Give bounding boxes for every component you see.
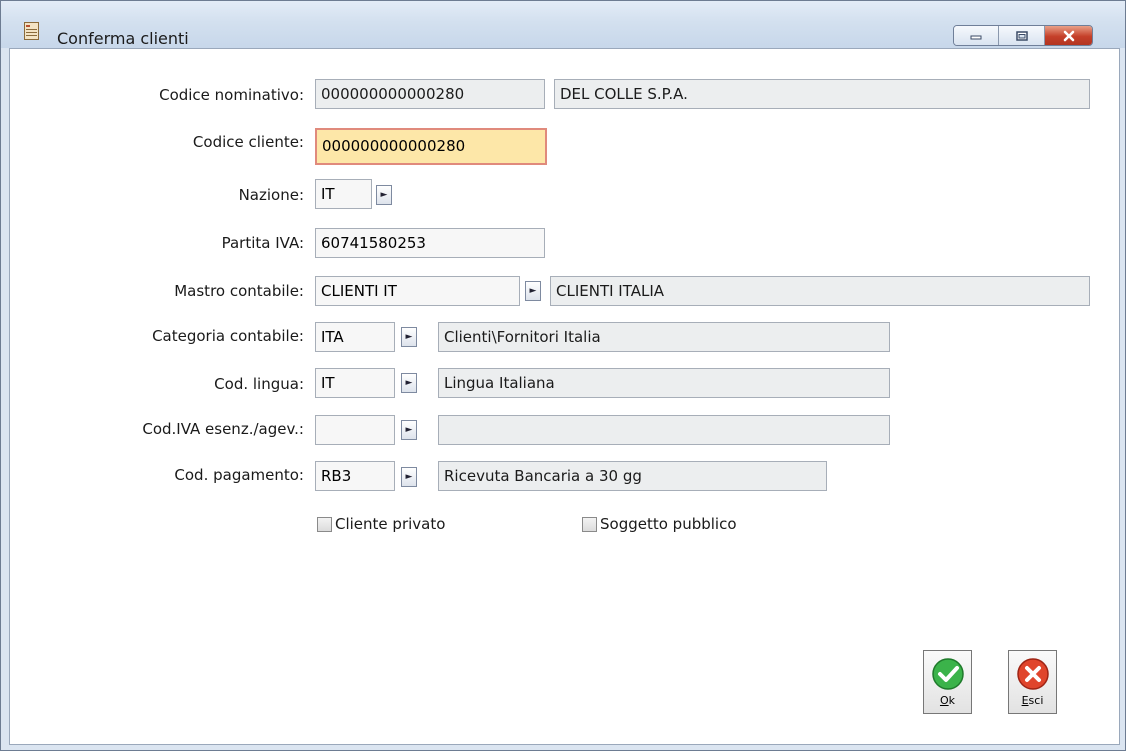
maximize-icon [1015, 30, 1028, 41]
nazione-input[interactable]: IT [315, 179, 372, 209]
form-icon [24, 22, 39, 40]
codice-nominativo-description: DEL COLLE S.P.A. [554, 79, 1090, 109]
label-cod-lingua: Cod. lingua: [214, 375, 304, 393]
dialog-window: Conferma clienti Codice nominativo: 0000… [0, 0, 1126, 751]
soggetto-pubblico-label: Soggetto pubblico [600, 515, 737, 533]
cliente-privato-label: Cliente privato [335, 515, 446, 533]
cod-iva-description [438, 415, 890, 445]
cod-pagamento-description: Ricevuta Bancaria a 30 gg [438, 461, 827, 491]
form-body: Codice nominativo: 000000000000280 DEL C… [9, 48, 1120, 745]
chevron-right-icon: ► [380, 190, 388, 200]
chevron-right-icon: ► [405, 472, 413, 482]
mastro-contabile-description: CLIENTI ITALIA [550, 276, 1090, 306]
soggetto-pubblico-checkbox[interactable]: Soggetto pubblico [582, 515, 737, 533]
chevron-right-icon: ► [405, 378, 413, 388]
label-categoria-contabile: Categoria contabile: [152, 327, 304, 345]
close-circle-icon [1016, 658, 1049, 690]
cod-lingua-zoom-button[interactable]: ► [401, 373, 417, 393]
title-bar: Conferma clienti [1, 1, 1125, 48]
nazione-zoom-button[interactable]: ► [376, 185, 392, 205]
cod-iva-zoom-button[interactable]: ► [401, 420, 417, 440]
mastro-contabile-zoom-button[interactable]: ► [525, 281, 541, 301]
label-codice-nominativo: Codice nominativo: [159, 86, 304, 104]
close-button[interactable] [1045, 26, 1092, 45]
categoria-contabile-input[interactable]: ITA [315, 322, 395, 352]
checkbox-box[interactable] [582, 516, 597, 532]
categoria-contabile-zoom-button[interactable]: ► [401, 327, 417, 347]
window-title: Conferma clienti [57, 29, 189, 48]
cod-lingua-description: Lingua Italiana [438, 368, 890, 398]
minimize-button[interactable] [954, 26, 999, 45]
label-nazione: Nazione: [238, 186, 304, 204]
close-icon [1063, 30, 1074, 41]
chevron-right-icon: ► [405, 332, 413, 342]
cod-pagamento-input[interactable]: RB3 [315, 461, 395, 491]
categoria-contabile-description: Clienti\Fornitori Italia [438, 322, 890, 352]
label-cod-pagamento: Cod. pagamento: [174, 466, 304, 484]
window-controls [953, 25, 1093, 46]
ok-button[interactable]: Ok [923, 650, 972, 714]
esci-button[interactable]: Esci [1008, 650, 1057, 714]
maximize-button[interactable] [999, 26, 1045, 45]
minimize-icon [970, 35, 982, 39]
codice-cliente-input[interactable]: 000000000000280 [315, 128, 547, 165]
label-cod-iva: Cod.IVA esenz./agev.: [142, 420, 304, 438]
chevron-right-icon: ► [405, 425, 413, 435]
checkbox-box[interactable] [317, 516, 332, 532]
cliente-privato-checkbox[interactable]: Cliente privato [317, 515, 445, 533]
chevron-right-icon: ► [529, 286, 537, 296]
label-mastro-contabile: Mastro contabile: [174, 282, 304, 300]
cod-iva-input[interactable] [315, 415, 395, 445]
codice-nominativo-field[interactable]: 000000000000280 [315, 79, 545, 109]
label-partita-iva: Partita IVA: [221, 234, 304, 252]
mastro-contabile-input[interactable]: CLIENTI IT [315, 276, 520, 306]
check-icon [931, 658, 964, 690]
label-codice-cliente: Codice cliente: [192, 133, 304, 151]
cod-lingua-input[interactable]: IT [315, 368, 395, 398]
ok-label: Ok [939, 694, 956, 707]
partita-iva-input[interactable]: 60741580253 [315, 228, 545, 258]
cod-pagamento-zoom-button[interactable]: ► [401, 467, 417, 487]
esci-label: Esci [1021, 694, 1044, 707]
